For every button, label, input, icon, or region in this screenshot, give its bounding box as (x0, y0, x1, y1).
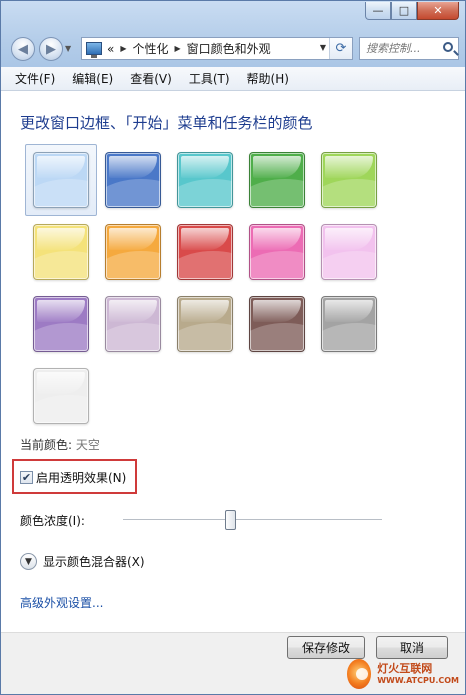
close-button[interactable]: ✕ (417, 2, 459, 20)
color-swatch[interactable] (169, 288, 241, 360)
color-swatch[interactable] (241, 288, 313, 360)
search-icon[interactable] (443, 42, 453, 52)
color-swatch[interactable] (313, 144, 385, 216)
color-swatch-tile[interactable] (177, 296, 233, 352)
menu-bar: 文件(F) 编辑(E) 查看(V) 工具(T) 帮助(H) (1, 67, 465, 91)
watermark-url: WWW.ATCPU.COM (377, 675, 459, 685)
color-mixer-label[interactable]: 显示颜色混合器(X) (43, 553, 145, 570)
watermark-name: 灯火互联网 (377, 662, 433, 676)
color-swatch-tile[interactable] (249, 152, 305, 208)
menu-tools[interactable]: 工具(T) (189, 70, 230, 87)
color-mixer-toggle[interactable]: ▼ 显示颜色混合器(X) (20, 553, 145, 570)
transparency-label[interactable]: 启用透明效果(N) (36, 469, 126, 486)
refresh-button[interactable]: ⟳ (329, 38, 352, 59)
color-swatch-tile[interactable] (105, 296, 161, 352)
address-dropdown-icon[interactable]: ▼ (320, 43, 326, 52)
address-bar[interactable]: « ▶ 个性化 ▶ 窗口颜色和外观 ▼ ⟳ (81, 37, 353, 60)
color-swatch-tile[interactable] (177, 152, 233, 208)
menu-edit[interactable]: 编辑(E) (72, 70, 113, 87)
color-swatch[interactable] (25, 288, 97, 360)
menu-view[interactable]: 查看(V) (130, 70, 172, 87)
color-swatch-tile[interactable] (321, 152, 377, 208)
color-swatch-tile[interactable] (33, 152, 89, 208)
menu-help[interactable]: 帮助(H) (247, 70, 289, 87)
current-color: 当前颜色: 天空 (20, 436, 100, 453)
color-swatch[interactable] (169, 144, 241, 216)
back-button[interactable]: ◀ (11, 37, 35, 61)
color-swatch-tile[interactable] (33, 296, 89, 352)
title-frame: — □ ✕ ◀ ▶ ▼ « ▶ 个性化 ▶ 窗口颜色和外观 ▼ ⟳ (1, 1, 465, 67)
content-pane: 更改窗口边框、「开始」菜单和任务栏的颜色 当前颜色: 天空 ✔ 启用透明效果(N… (1, 92, 465, 632)
color-swatch[interactable] (169, 216, 241, 288)
window: — □ ✕ ◀ ▶ ▼ « ▶ 个性化 ▶ 窗口颜色和外观 ▼ ⟳ 文件(F) … (0, 0, 466, 695)
watermark-text: 灯火互联网 WWW.ATCPU.COM (377, 662, 459, 685)
color-swatch-tile[interactable] (249, 224, 305, 280)
color-swatch-tile[interactable] (33, 224, 89, 280)
refresh-icon: ⟳ (335, 41, 347, 56)
page-title: 更改窗口边框、「开始」菜单和任务栏的颜色 (20, 114, 313, 132)
watermark: 灯火互联网 WWW.ATCPU.COM (347, 656, 459, 692)
breadcrumb-overflow[interactable]: « (107, 42, 114, 56)
color-swatch[interactable] (97, 144, 169, 216)
color-swatch[interactable] (241, 144, 313, 216)
color-swatch[interactable] (241, 216, 313, 288)
current-color-value: 天空 (75, 438, 100, 452)
maximize-button[interactable]: □ (391, 2, 417, 20)
recent-pages-dropdown-icon[interactable]: ▼ (65, 44, 71, 53)
watermark-logo-icon (347, 659, 372, 689)
advanced-appearance-link[interactable]: 高级外观设置... (20, 594, 103, 611)
color-swatch[interactable] (313, 216, 385, 288)
chevron-down-icon[interactable]: ▼ (20, 553, 37, 570)
control-panel-icon (86, 42, 102, 58)
intensity-slider-track[interactable] (123, 519, 382, 521)
menu-file[interactable]: 文件(F) (15, 70, 55, 87)
color-swatch-tile[interactable] (105, 152, 161, 208)
color-swatch[interactable] (97, 216, 169, 288)
color-swatch-tile[interactable] (321, 296, 377, 352)
color-swatch[interactable] (25, 360, 97, 432)
color-swatch-tile[interactable] (105, 224, 161, 280)
forward-arrow-icon: ▶ (46, 41, 56, 57)
search-box[interactable] (359, 37, 459, 60)
forward-button[interactable]: ▶ (39, 37, 63, 61)
color-swatch[interactable] (97, 288, 169, 360)
transparency-checkbox[interactable]: ✔ (20, 471, 33, 484)
breadcrumb-separator-icon[interactable]: ▶ (120, 44, 126, 53)
intensity-label: 颜色浓度(I): (20, 514, 85, 528)
color-swatch-tile[interactable] (177, 224, 233, 280)
minimize-button[interactable]: — (365, 2, 391, 20)
current-color-label: 当前颜色: (20, 438, 73, 452)
back-arrow-icon: ◀ (18, 41, 28, 57)
color-swatch-tile[interactable] (321, 224, 377, 280)
color-swatch[interactable] (313, 288, 385, 360)
breadcrumb-personalization[interactable]: 个性化 (133, 40, 169, 57)
color-swatch-tile[interactable] (33, 368, 89, 424)
breadcrumb-separator-icon[interactable]: ▶ (175, 44, 181, 53)
caption-buttons: — □ ✕ (365, 2, 459, 20)
color-swatch-tile[interactable] (249, 296, 305, 352)
intensity-slider-thumb[interactable] (225, 510, 236, 530)
transparency-option[interactable]: ✔ 启用透明效果(N) (20, 469, 126, 486)
search-input[interactable] (366, 42, 434, 55)
color-swatch[interactable] (25, 216, 97, 288)
breadcrumb-window-color[interactable]: 窗口颜色和外观 (187, 40, 271, 57)
color-swatch[interactable] (25, 144, 97, 216)
